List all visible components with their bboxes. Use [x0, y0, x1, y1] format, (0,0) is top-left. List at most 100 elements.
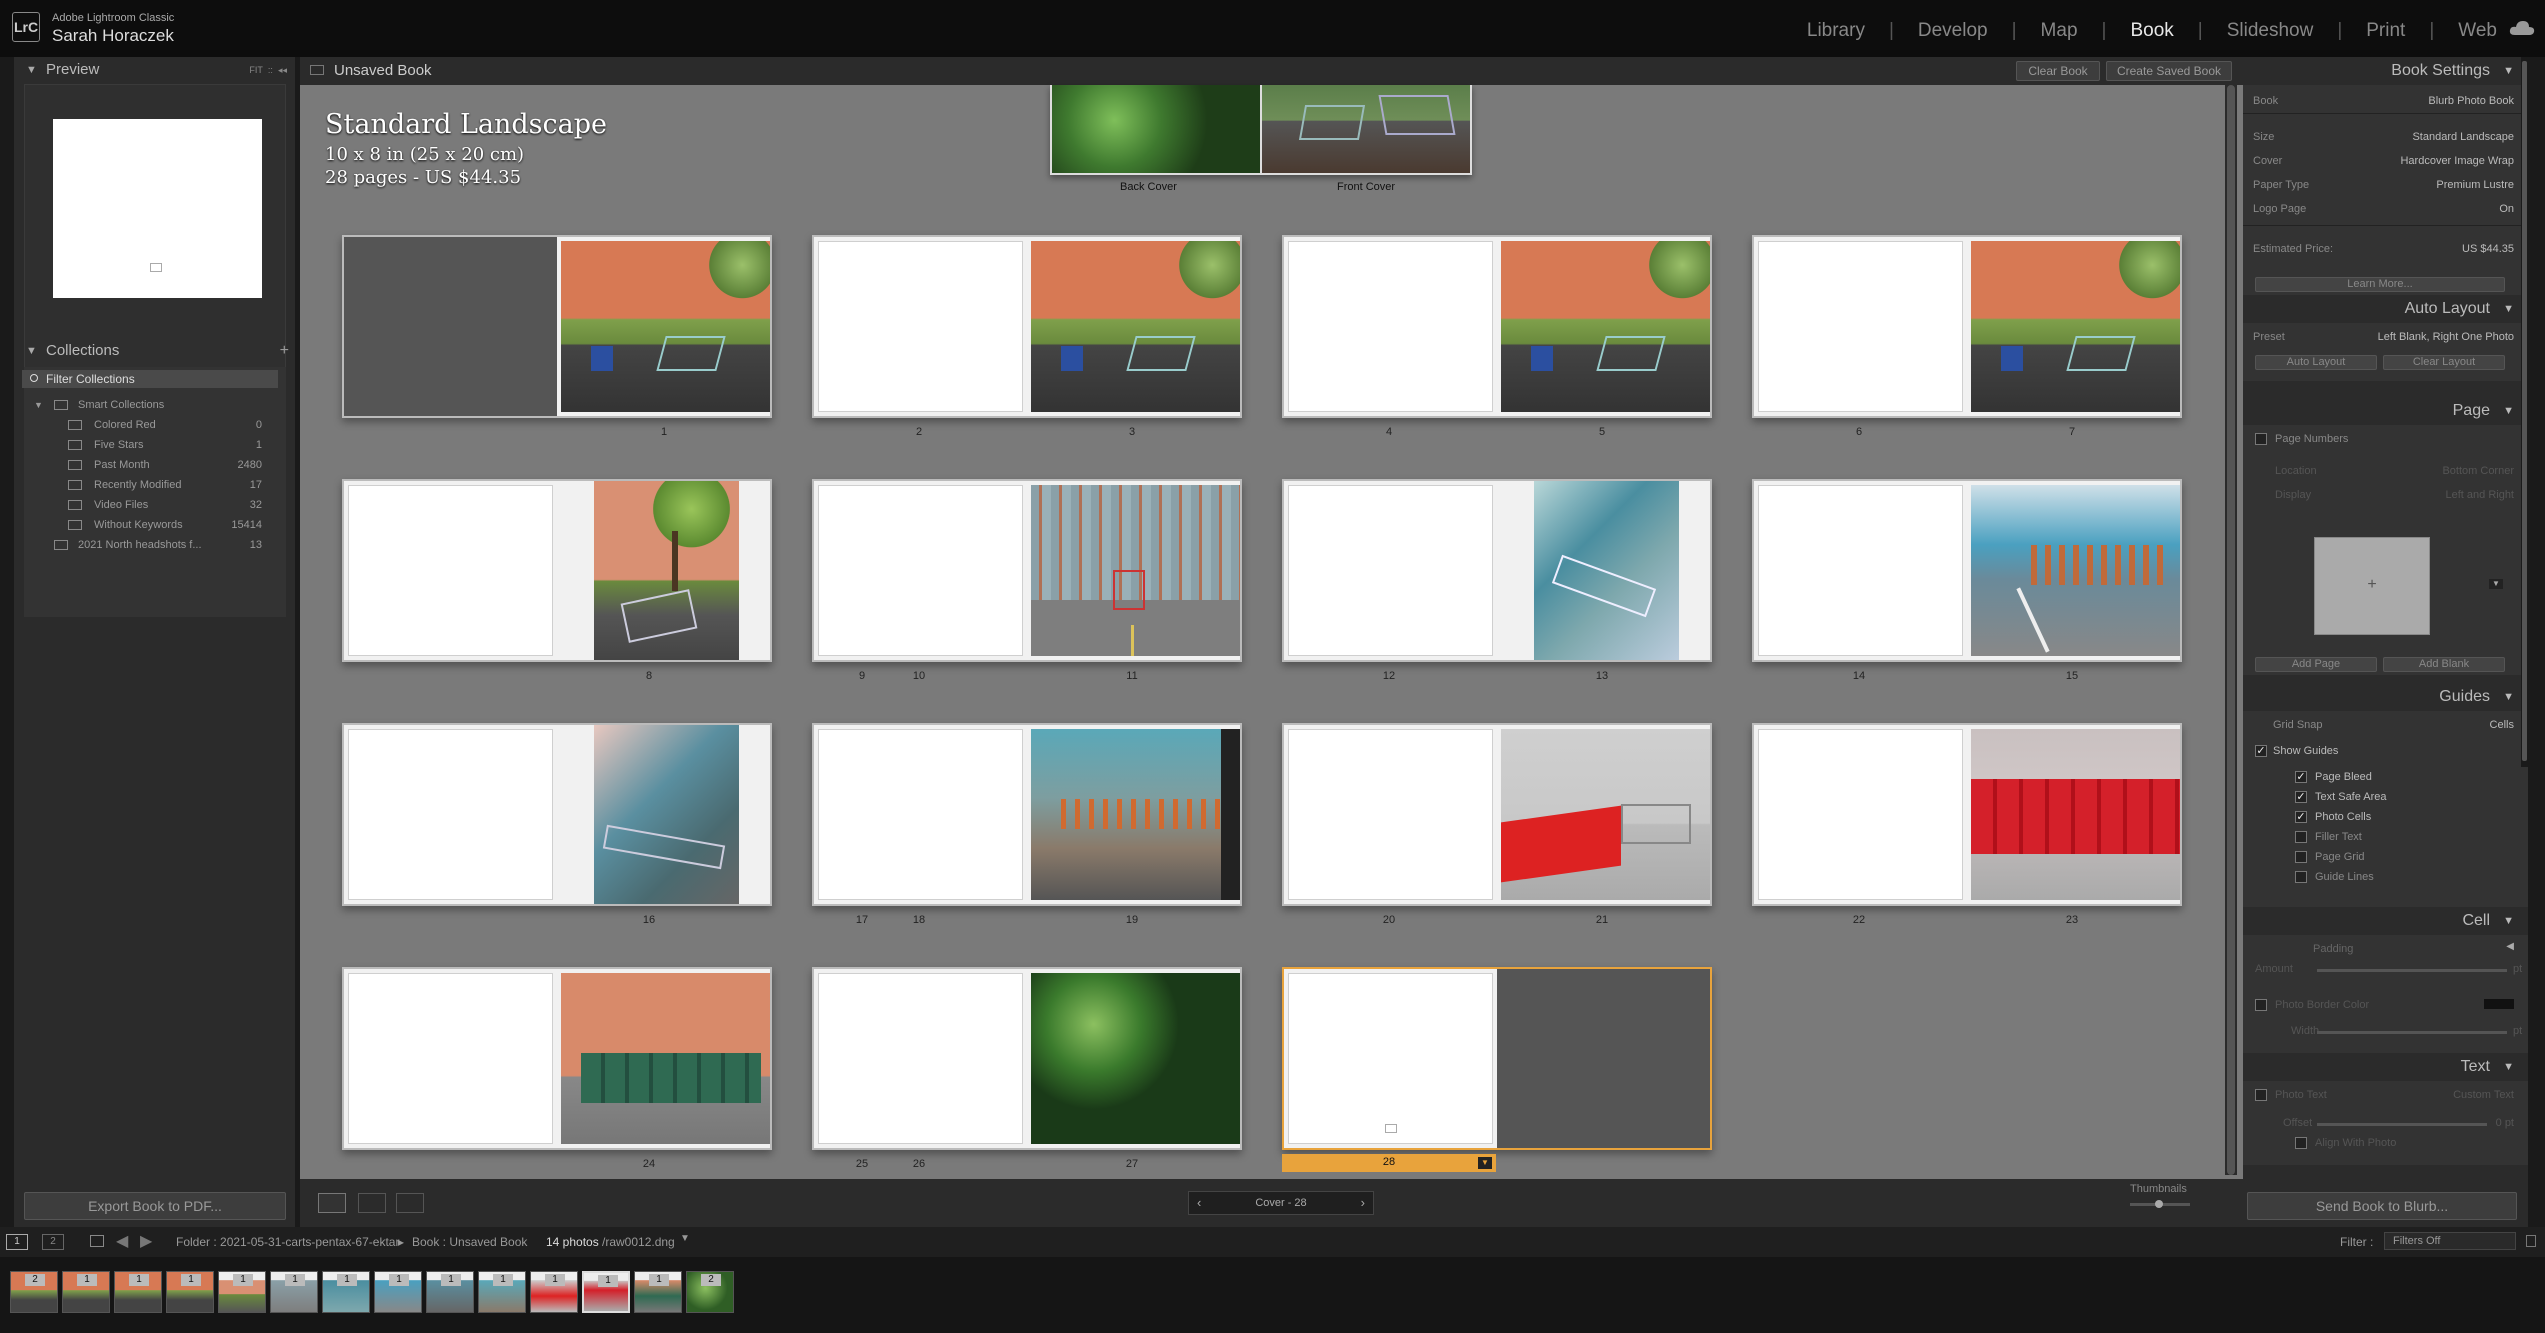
text-header[interactable]: Text ▼ — [2243, 1053, 2528, 1081]
add-page-button[interactable]: Add Page — [2255, 657, 2377, 672]
spread-16-17[interactable] — [342, 723, 772, 906]
guides-header[interactable]: Guides ▼ — [2243, 683, 2528, 711]
filmstrip-thumbnail[interactable]: 1 — [62, 1271, 110, 1313]
page-photo[interactable] — [1971, 241, 2180, 412]
slider-handle[interactable] — [2155, 1200, 2163, 1208]
file-menu-icon[interactable]: ▼ — [680, 1233, 690, 1244]
list-item[interactable]: Without Keywords 15414 — [24, 515, 286, 535]
page-bleed-checkbox[interactable]: ✓ — [2295, 771, 2307, 783]
book-settings-header[interactable]: Book Settings ▼ — [2243, 57, 2528, 85]
photo-text-checkbox[interactable] — [2255, 1089, 2267, 1101]
filmstrip-thumbnail[interactable]: 1 — [166, 1271, 214, 1313]
add-collection-icon[interactable]: + — [280, 338, 289, 364]
spread-22-23[interactable] — [1752, 723, 2182, 906]
blank-page[interactable] — [1288, 729, 1493, 900]
filmstrip-thumbnail[interactable]: 1 — [634, 1271, 682, 1313]
book-type-select[interactable]: Blurb Photo Book — [2428, 95, 2514, 107]
list-item[interactable]: Five Stars 1 — [24, 435, 286, 455]
cover-select[interactable]: Hardcover Image Wrap — [2400, 155, 2514, 167]
page-menu-icon[interactable]: ▼ — [1478, 1157, 1492, 1169]
multi-page-view-icon[interactable] — [318, 1193, 346, 1213]
module-develop[interactable]: Develop — [1906, 20, 2029, 42]
page-photo[interactable] — [1971, 485, 2180, 656]
spread-4-5[interactable] — [1282, 235, 1712, 418]
photo-text-select[interactable]: Custom Text — [2453, 1089, 2514, 1101]
photo-border-checkbox[interactable] — [2255, 999, 2267, 1011]
text-safe-area-checkbox[interactable]: ✓ — [2295, 791, 2307, 803]
clear-layout-button[interactable]: Clear Layout — [2383, 355, 2505, 370]
scrollbar-thumb[interactable] — [2522, 61, 2527, 761]
page-photo[interactable] — [1031, 241, 1240, 412]
forward-arrow-icon[interactable]: ▶ — [140, 1231, 152, 1251]
filmstrip-thumbnail-selected[interactable]: 1 — [582, 1271, 630, 1313]
collapse-triangle-icon[interactable]: ▼ — [26, 338, 37, 364]
filmstrip-thumbnail[interactable]: 2 — [10, 1271, 58, 1313]
page-photo[interactable] — [1031, 729, 1240, 900]
lock-icon[interactable] — [2526, 1235, 2536, 1247]
module-map[interactable]: Map — [2029, 20, 2119, 42]
filmstrip-thumbnail[interactable]: 1 — [374, 1271, 422, 1313]
list-item[interactable]: Recently Modified 17 — [24, 475, 286, 495]
width-slider[interactable] — [2317, 1031, 2507, 1034]
clear-book-button[interactable]: Clear Book — [2016, 61, 2100, 81]
blank-page[interactable] — [818, 729, 1023, 900]
collapse-triangle-icon[interactable]: ▼ — [2503, 397, 2514, 425]
filmstrip-thumbnail[interactable]: 1 — [530, 1271, 578, 1313]
page-photo[interactable] — [594, 481, 739, 660]
page-photo[interactable] — [561, 241, 770, 412]
guide-lines-checkbox[interactable] — [2295, 871, 2307, 883]
main-window-button[interactable]: 1 — [6, 1234, 28, 1250]
blank-page[interactable] — [818, 973, 1023, 1144]
cell-header[interactable]: Cell ▼ — [2243, 907, 2528, 935]
module-slideshow[interactable]: Slideshow — [2215, 20, 2355, 42]
list-item[interactable]: ▼ Smart Collections — [24, 395, 286, 415]
spread-6-7[interactable] — [1752, 235, 2182, 418]
filmstrip-thumbnail[interactable]: 1 — [270, 1271, 318, 1313]
blank-page[interactable] — [818, 241, 1023, 412]
grid-view-icon[interactable] — [90, 1235, 104, 1247]
photo-cells-checkbox[interactable]: ✓ — [2295, 811, 2307, 823]
module-book[interactable]: Book — [2118, 20, 2214, 42]
show-guides-checkbox[interactable]: ✓ — [2255, 745, 2267, 757]
preset-select[interactable]: Left Blank, Right One Photo — [2378, 331, 2514, 343]
align-with-photo-checkbox[interactable] — [2295, 1137, 2307, 1149]
filmstrip-thumbnail[interactable]: 1 — [114, 1271, 162, 1313]
collections-header[interactable]: ▼ Collections + — [14, 338, 295, 364]
page-photo[interactable] — [1031, 485, 1240, 656]
auto-layout-button[interactable]: Auto Layout — [2255, 355, 2377, 370]
module-web[interactable]: Web — [2446, 20, 2509, 42]
send-to-blurb-button[interactable]: Send Book to Blurb... — [2247, 1192, 2517, 1220]
page-template-preview[interactable]: + — [2314, 537, 2430, 635]
page-photo[interactable] — [1501, 241, 1710, 412]
front-cover-photo[interactable] — [1262, 85, 1470, 173]
add-blank-button[interactable]: Add Blank — [2383, 657, 2505, 672]
zoom-options[interactable]: FIT :: ◂◂ — [249, 57, 287, 83]
template-menu-icon[interactable]: ▼ — [2489, 579, 2503, 589]
spread-12-13[interactable] — [1282, 479, 1712, 662]
module-library[interactable]: Library — [1795, 20, 1906, 42]
spread-26-27[interactable] — [812, 967, 1242, 1150]
filter-collections-field[interactable]: Filter Collections — [22, 370, 278, 388]
list-item[interactable]: Past Month 2480 — [24, 455, 286, 475]
collapse-triangle-icon[interactable]: ▼ — [2503, 57, 2514, 85]
learn-more-button[interactable]: Learn More... — [2255, 277, 2505, 292]
paper-type-select[interactable]: Premium Lustre — [2436, 179, 2514, 191]
display-select[interactable]: Left and Right — [2446, 489, 2515, 501]
spread-8-9[interactable] — [342, 479, 772, 662]
blank-page[interactable] — [1288, 485, 1493, 656]
page-numbers-checkbox[interactable] — [2255, 433, 2267, 445]
location-select[interactable]: Bottom Corner — [2442, 465, 2514, 477]
thumbnails-slider[interactable] — [2130, 1200, 2190, 1208]
spread-view-icon[interactable] — [358, 1193, 386, 1213]
scrollbar-thumb[interactable] — [2227, 85, 2235, 1175]
page-photo[interactable] — [1534, 481, 1679, 660]
logo-page-select[interactable]: On — [2499, 203, 2514, 215]
cover-spread[interactable] — [1050, 85, 1472, 175]
blank-page[interactable] — [1288, 241, 1493, 412]
secondary-window-button[interactable]: 2 — [42, 1234, 64, 1250]
blank-page[interactable] — [348, 973, 553, 1144]
blank-page[interactable] — [1758, 729, 1963, 900]
selected-page-bar[interactable]: 28 ▼ — [1282, 1154, 1496, 1172]
padding-expand-icon[interactable]: ◀ — [2506, 941, 2514, 952]
create-saved-book-button[interactable]: Create Saved Book — [2106, 61, 2232, 81]
